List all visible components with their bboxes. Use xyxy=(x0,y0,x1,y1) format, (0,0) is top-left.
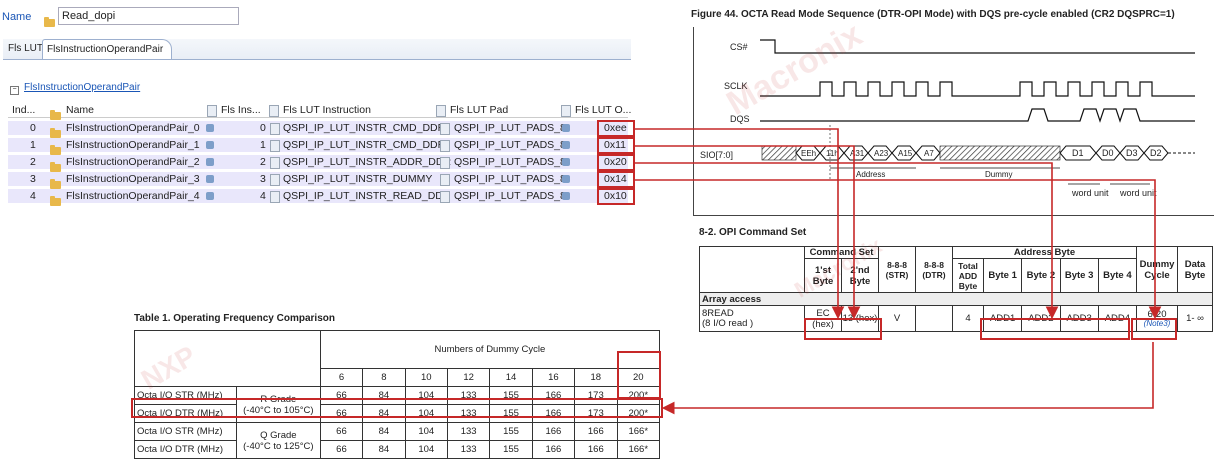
freq-20-col-highlight xyxy=(617,351,661,399)
data-byte-1: D0 xyxy=(1102,148,1114,158)
freq-cell: 84 xyxy=(362,422,406,441)
freq-row-label-2: Octa I/O STR (MHz) xyxy=(134,422,237,441)
data-byte-2: D3 xyxy=(1126,148,1138,158)
freq-cell: 166* xyxy=(616,422,660,441)
freq-cell: 155 xyxy=(489,440,533,459)
bus-byte-0: EEh xyxy=(801,149,817,158)
bus-byte-1: 11h xyxy=(826,149,839,158)
opi-head-total: Total ADD Byte xyxy=(952,258,984,293)
opi-head-b1: Byte 1 xyxy=(982,258,1023,293)
label-address: Address xyxy=(856,170,886,179)
opi-head-dummy: Dummy Cycle xyxy=(1136,246,1178,293)
freq-cycle-6: 6 xyxy=(319,368,364,387)
data-byte-0: D1 xyxy=(1072,148,1084,158)
freq-cell: 166 xyxy=(574,422,618,441)
freq-cycle-10: 10 xyxy=(404,368,448,387)
freq-cell: 166 xyxy=(531,440,576,459)
opi-row-dtr xyxy=(915,305,953,332)
freq-cell: 133 xyxy=(446,422,491,441)
freq-cycle-8: 8 xyxy=(362,368,406,387)
freq-grade-q-text: Q Grade xyxy=(260,429,297,441)
opi-head-b3: Byte 3 xyxy=(1059,258,1099,293)
opi-section: Array access xyxy=(699,292,1213,306)
freq-dtr-row-highlight xyxy=(131,398,663,418)
data-byte-3: D2 xyxy=(1150,148,1162,158)
label-dummy: Dummy xyxy=(985,170,1013,179)
freq-cell: 104 xyxy=(404,422,448,441)
opi-head-addr: Address Byte xyxy=(952,246,1137,259)
opi-title: 8-2. OPI Command Set xyxy=(699,227,807,238)
opi-cmd-highlight xyxy=(804,318,882,340)
freq-cell: 155 xyxy=(489,422,533,441)
opi-head-b4: Byte 4 xyxy=(1097,258,1138,293)
freq-table: Numbers of Dummy Cycle 6 8 10 12 14 16 18 20 Oc… xyxy=(134,330,661,459)
bus-byte-4: A15 xyxy=(898,149,913,158)
freq-cell: 84 xyxy=(362,440,406,459)
freq-grade-q: Q Grade (-40°C to 125°C) xyxy=(235,422,321,459)
opi-row-data: 1- ∞ xyxy=(1177,305,1213,332)
freq-cycle-16: 16 xyxy=(531,368,576,387)
opi-row-sub-text: (8 I/O read ) xyxy=(702,317,754,329)
freq-grade-q-temp: (-40°C to 125°C) xyxy=(243,440,314,452)
opi-head-b2: Byte 2 xyxy=(1021,258,1061,293)
freq-cell: 66 xyxy=(319,422,364,441)
timing-waveforms xyxy=(760,39,1195,185)
freq-cell: 166 xyxy=(574,440,618,459)
freq-cell: 133 xyxy=(446,440,491,459)
opi-dummy-highlight xyxy=(1131,318,1177,340)
opi-row-total: 4 xyxy=(952,305,984,332)
freq-cell: 166 xyxy=(531,422,576,441)
bus-byte-3: A23 xyxy=(874,149,889,158)
label-word-unit-2: word unit xyxy=(1120,188,1157,198)
freq-row-label-3: Octa I/O DTR (MHz) xyxy=(134,440,237,459)
freq-cycle-12: 12 xyxy=(446,368,491,387)
freq-cell: 104 xyxy=(404,440,448,459)
opi-row-name: 8READ (8 I/O read ) xyxy=(699,305,805,332)
freq-cycle-14: 14 xyxy=(489,368,533,387)
opi-head-dtr: 8-8-8 (DTR) xyxy=(915,246,953,293)
label-word-unit-1: word unit xyxy=(1072,188,1109,198)
opi-head-data: Data Byte xyxy=(1177,246,1213,293)
bus-byte-2: A31 xyxy=(850,149,865,158)
opi-row-str: V xyxy=(878,305,916,332)
freq-header: Numbers of Dummy Cycle xyxy=(319,330,661,369)
opi-addr-highlight xyxy=(980,318,1130,340)
freq-cell: 166* xyxy=(616,440,660,459)
freq-title: Table 1. Operating Frequency Comparison xyxy=(134,313,335,324)
freq-cell: 66 xyxy=(319,440,364,459)
bus-byte-5: A7 xyxy=(924,149,934,158)
freq-cycle-18: 18 xyxy=(574,368,618,387)
